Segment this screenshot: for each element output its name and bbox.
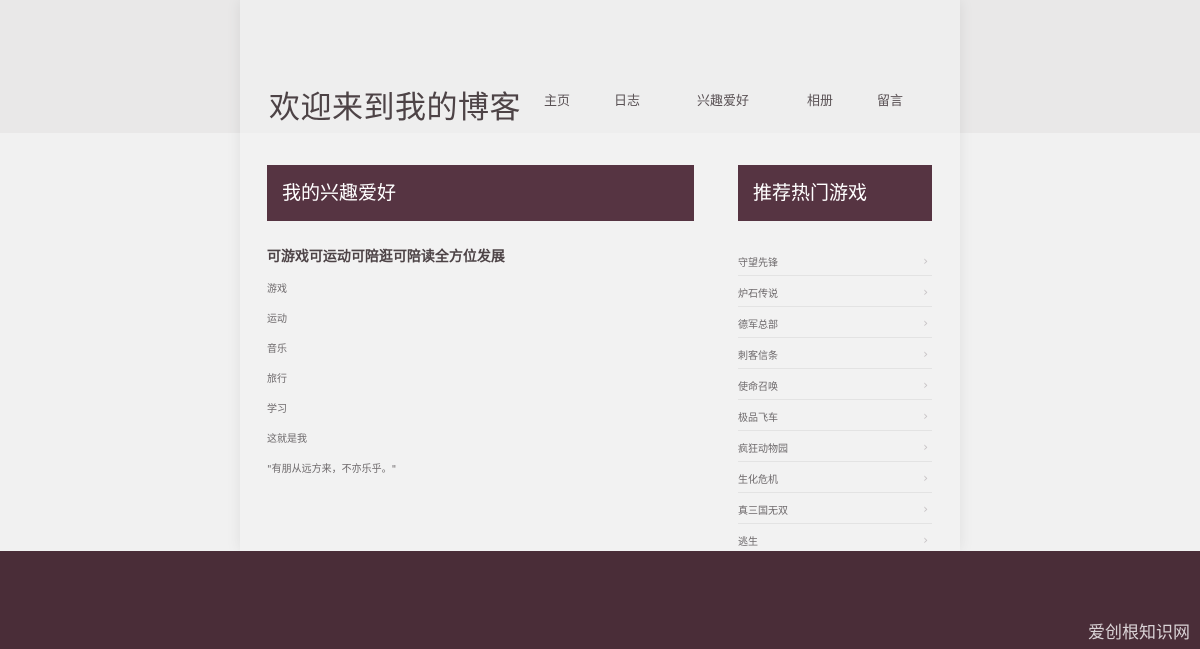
game-list-item[interactable]: 极品飞车 › <box>738 400 932 431</box>
game-list-item[interactable]: 疯狂动物园 › <box>738 431 932 462</box>
nav-item-album[interactable]: 相册 <box>807 90 833 109</box>
game-label: 守望先锋 <box>738 258 778 269</box>
game-list-item[interactable]: 德军总部 › <box>738 307 932 338</box>
chevron-right-icon: › <box>923 471 928 485</box>
chevron-right-icon: › <box>923 378 928 392</box>
nav-item-home[interactable]: 主页 <box>544 90 570 109</box>
game-label: 刺客信条 <box>738 351 778 362</box>
chevron-right-icon: › <box>923 502 928 516</box>
game-list-item[interactable]: 使命召唤 › <box>738 369 932 400</box>
games-panel-header: 推荐热门游戏 <box>738 165 932 221</box>
chevron-right-icon: › <box>923 409 928 423</box>
chevron-right-icon: › <box>923 440 928 454</box>
game-label: 真三国无双 <box>738 506 788 517</box>
hobby-item-study: 学习 <box>267 404 287 415</box>
game-list-item[interactable]: 生化危机 › <box>738 462 932 493</box>
hobby-item-game: 游戏 <box>267 284 287 295</box>
game-label: 使命召唤 <box>738 382 778 393</box>
game-list-item[interactable]: 刺客信条 › <box>738 338 932 369</box>
game-label: 极品飞车 <box>738 413 778 424</box>
chevron-right-icon: › <box>923 347 928 361</box>
hobby-item-travel: 旅行 <box>267 374 287 385</box>
hobby-item-this-is-me: 这就是我 <box>267 434 307 445</box>
hobby-quote: "有朋从远方来，不亦乐乎。" <box>267 464 397 475</box>
chevron-right-icon: › <box>923 533 928 547</box>
game-label: 疯狂动物园 <box>738 444 788 455</box>
site-title: 欢迎来到我的博客 <box>269 90 521 126</box>
game-label: 生化危机 <box>738 475 778 486</box>
chevron-right-icon: › <box>923 316 928 330</box>
nav-item-journal[interactable]: 日志 <box>614 90 640 109</box>
game-list-item[interactable]: 炉石传说 › <box>738 276 932 307</box>
hobbies-panel-header: 我的兴趣爱好 <box>267 165 694 221</box>
chevron-right-icon: › <box>923 254 928 268</box>
footer <box>0 551 1200 649</box>
hobby-item-music: 音乐 <box>267 344 287 355</box>
chevron-right-icon: › <box>923 285 928 299</box>
watermark-logo: 爱创根知识网 <box>1088 623 1190 643</box>
hobbies-subtitle: 可游戏可运动可陪逛可陪读全方位发展 <box>267 249 505 265</box>
game-label: 炉石传说 <box>738 289 778 300</box>
game-list-item[interactable]: 守望先锋 › <box>738 245 932 276</box>
nav-item-messages[interactable]: 留言 <box>877 90 903 109</box>
hobby-item-sport: 运动 <box>267 314 287 325</box>
nav-item-hobbies[interactable]: 兴趣爱好 <box>697 90 749 109</box>
game-list-item[interactable]: 真三国无双 › <box>738 493 932 524</box>
game-label: 逃生 <box>738 537 758 548</box>
game-label: 德军总部 <box>738 320 778 331</box>
